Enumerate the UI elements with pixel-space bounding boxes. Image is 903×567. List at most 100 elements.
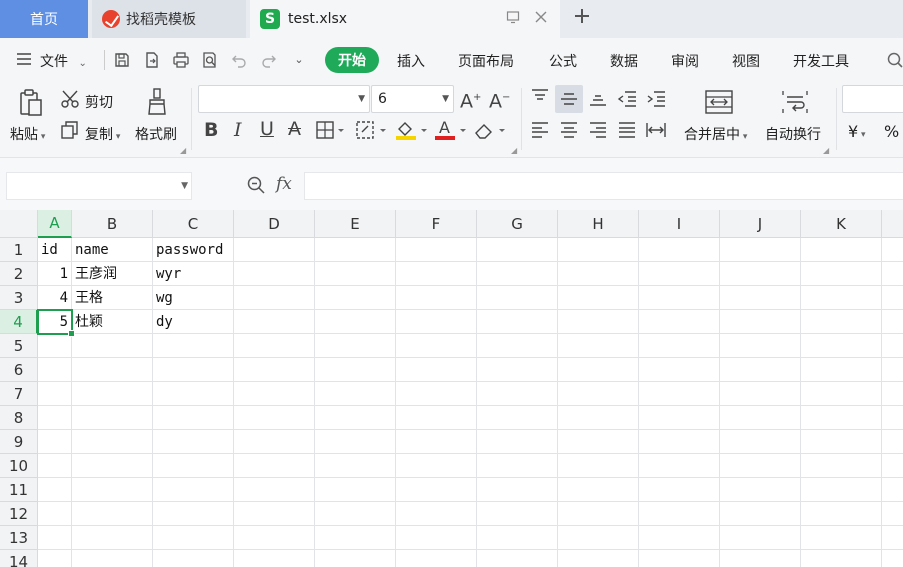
row-header-1[interactable]: 1 [0,238,38,262]
cell-b2[interactable]: 王彦润 [72,262,153,286]
cell-e6[interactable] [315,358,396,382]
cell-a14[interactable] [38,550,72,567]
cell-h2[interactable] [558,262,639,286]
cell-h3[interactable] [558,286,639,310]
align-center-icon[interactable] [559,121,579,144]
cell-j4[interactable] [720,310,801,334]
format-painter-button[interactable]: 格式刷 [135,124,177,144]
cell-h1[interactable] [558,238,639,262]
cell-c4[interactable]: dy [153,310,234,334]
cell-h5[interactable] [558,334,639,358]
strikethrough-icon[interactable]: A [288,119,301,139]
undo-icon[interactable] [230,51,248,69]
cell-j8[interactable] [720,406,801,430]
clipboard-group-expander-icon[interactable]: ◢ [180,146,186,155]
cell-k14[interactable] [801,550,882,567]
italic-icon[interactable]: I [234,120,242,140]
cell-k11[interactable] [801,478,882,502]
paste-button[interactable]: 粘贴 ▾ [10,124,45,144]
decrease-font-size-icon[interactable]: A− [489,88,510,111]
cell-d11[interactable] [234,478,315,502]
cell-i13[interactable] [639,526,720,550]
cell-j3[interactable] [720,286,801,310]
align-top-icon[interactable] [530,88,550,111]
row-header-6[interactable]: 6 [0,358,38,382]
cell-l6[interactable] [882,358,903,382]
cell-k12[interactable] [801,502,882,526]
cell-d7[interactable] [234,382,315,406]
column-header-j[interactable]: J [720,210,801,238]
cell-d1[interactable] [234,238,315,262]
row-header-9[interactable]: 9 [0,430,38,454]
cell-a3[interactable]: 4 [38,286,72,310]
align-left-icon[interactable] [530,121,550,144]
tab-view[interactable]: 视图 [732,51,760,71]
cell-i11[interactable] [639,478,720,502]
tab-test-xlsx[interactable]: S test.xlsx [250,0,560,38]
cell-d9[interactable] [234,430,315,454]
cell-b4[interactable]: 杜颖 [72,310,153,334]
cell-a5[interactable] [38,334,72,358]
cell-l5[interactable] [882,334,903,358]
cell-i6[interactable] [639,358,720,382]
row-header-14[interactable]: 14 [0,550,38,567]
row-header-8[interactable]: 8 [0,406,38,430]
wrap-text-button[interactable]: 自动换行 [765,124,821,144]
column-header-e[interactable]: E [315,210,396,238]
column-header-d[interactable]: D [234,210,315,238]
font-group-expander-icon[interactable]: ◢ [511,146,517,155]
align-bottom-icon[interactable] [588,90,608,113]
cell-i14[interactable] [639,550,720,567]
cell-b8[interactable] [72,406,153,430]
cell-g8[interactable] [477,406,558,430]
cell-d14[interactable] [234,550,315,567]
percent-format-button[interactable]: % [884,122,899,141]
cell-e11[interactable] [315,478,396,502]
cell-d13[interactable] [234,526,315,550]
hamburger-menu-icon[interactable] [16,52,32,70]
cell-e10[interactable] [315,454,396,478]
print-icon[interactable] [172,51,190,69]
cell-c5[interactable] [153,334,234,358]
highlight-fill-color-icon[interactable] [395,119,429,146]
row-header-2[interactable]: 2 [0,262,38,286]
cell-e7[interactable] [315,382,396,406]
row-header-13[interactable]: 13 [0,526,38,550]
cell-i8[interactable] [639,406,720,430]
column-header-g[interactable]: G [477,210,558,238]
cell-l10[interactable] [882,454,903,478]
tab-review[interactable]: 审阅 [671,51,699,71]
increase-font-size-icon[interactable]: A+ [460,88,481,111]
save-icon[interactable] [113,51,131,69]
cell-c1[interactable]: password [153,238,234,262]
cell-b1[interactable]: name [72,238,153,262]
export-pdf-icon[interactable] [143,51,161,69]
cell-e12[interactable] [315,502,396,526]
cell-b11[interactable] [72,478,153,502]
cell-a13[interactable] [38,526,72,550]
cell-d2[interactable] [234,262,315,286]
cell-e3[interactable] [315,286,396,310]
cell-k2[interactable] [801,262,882,286]
clear-format-eraser-icon[interactable] [473,120,507,145]
cell-l14[interactable] [882,550,903,567]
cell-k1[interactable] [801,238,882,262]
cell-j5[interactable] [720,334,801,358]
cell-l4[interactable] [882,310,903,334]
cell-j9[interactable] [720,430,801,454]
row-header-3[interactable]: 3 [0,286,38,310]
tab-developer[interactable]: 开发工具 [793,51,849,71]
cell-i9[interactable] [639,430,720,454]
font-name-select[interactable]: ▼ [198,85,370,113]
cell-d3[interactable] [234,286,315,310]
cell-c11[interactable] [153,478,234,502]
cell-g9[interactable] [477,430,558,454]
cell-h11[interactable] [558,478,639,502]
cell-l1[interactable] [882,238,903,262]
cell-h14[interactable] [558,550,639,567]
select-all-corner[interactable] [0,210,38,238]
new-tab-plus-icon[interactable] [572,6,592,32]
cell-j10[interactable] [720,454,801,478]
cell-k4[interactable] [801,310,882,334]
cell-k5[interactable] [801,334,882,358]
